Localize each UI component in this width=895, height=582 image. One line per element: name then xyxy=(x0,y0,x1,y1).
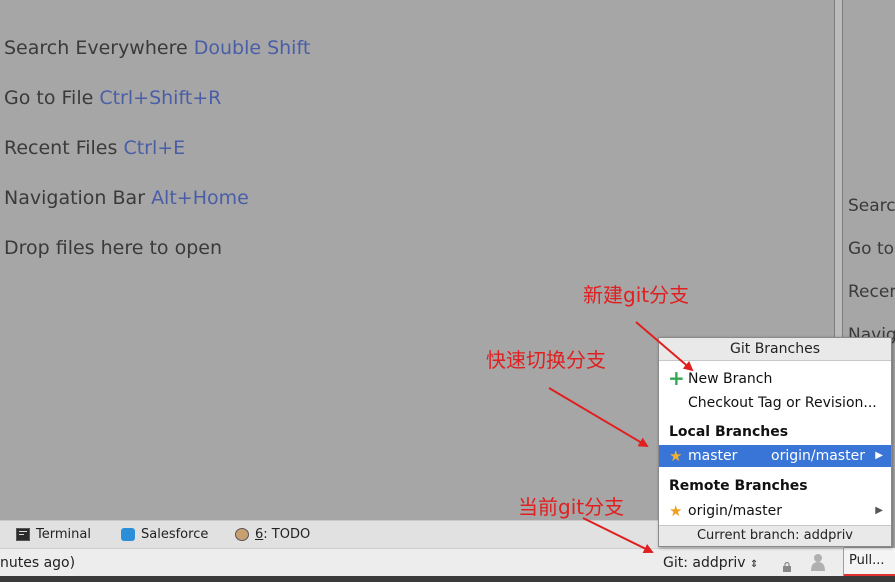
branch-name: origin/master xyxy=(688,503,782,519)
popup-title: Git Branches xyxy=(659,338,891,361)
status-message: nutes ago) xyxy=(0,555,76,571)
git-branch-label: Git: addpriv xyxy=(663,555,746,571)
local-branches-header: Local Branches xyxy=(659,421,891,443)
lock-icon[interactable] xyxy=(782,557,792,572)
pull-label: Pull... xyxy=(849,553,885,568)
todo-person-icon xyxy=(235,528,249,541)
menu-item-label: Checkout Tag or Revision... xyxy=(688,395,877,411)
hint-label: Recent Files xyxy=(4,137,118,159)
annotation-switch-branch: 快速切换分支 xyxy=(486,348,606,372)
tool-window-salesforce[interactable]: Salesforce xyxy=(121,527,208,542)
git-branches-popup: Git Branches + New Branch Checkout Tag o… xyxy=(658,337,892,547)
hint-shortcut: Double Shift xyxy=(193,37,311,59)
star-icon: ★ xyxy=(669,502,683,520)
tool-window-label: Terminal xyxy=(36,527,91,542)
todo-label: : TODO xyxy=(263,527,311,542)
salesforce-cloud-icon xyxy=(121,528,135,541)
section-label: Local Branches xyxy=(669,424,789,440)
hint-label: Drop files here to open xyxy=(4,237,223,259)
hint-shortcut: Ctrl+E xyxy=(123,137,186,159)
annotation-new-branch: 新建git分支 xyxy=(583,283,690,307)
hint-drop-files: Drop files here to open xyxy=(4,237,222,259)
hint-label: Recen xyxy=(848,282,895,302)
remote-branch-origin-master[interactable]: ★ origin/master ▶ xyxy=(659,500,891,522)
submenu-arrow-icon: ▶ xyxy=(875,450,883,461)
local-branch-master[interactable]: ★ master origin/master ▶ xyxy=(659,445,891,467)
taskbar-strip xyxy=(0,576,895,582)
status-bar: nutes ago) Git: addpriv ⇕ xyxy=(0,548,844,576)
hint-shortcut: Alt+Home xyxy=(151,187,249,209)
tool-window-label: 6: TODO xyxy=(255,527,310,542)
tool-window-todo[interactable]: 6: TODO xyxy=(235,527,310,542)
hint-label: Go to File xyxy=(4,87,94,109)
hint-navigation-bar: Navigation Bar Alt+Home xyxy=(4,187,249,209)
plus-icon: + xyxy=(668,366,685,390)
section-label: Remote Branches xyxy=(669,478,808,494)
inspector-icon[interactable] xyxy=(810,553,826,571)
current-branch-footer: Current branch: addpriv xyxy=(659,525,891,546)
git-branch-widget[interactable]: Git: addpriv ⇕ xyxy=(663,555,758,571)
hint-search-everywhere: Search Everywhere Double Shift xyxy=(4,37,310,59)
hint-label: Go to xyxy=(848,239,895,259)
updown-arrows-icon: ⇕ xyxy=(750,559,759,570)
annotation-current-branch: 当前git分支 xyxy=(518,495,625,519)
tracking-branch: origin/master xyxy=(771,448,865,464)
branch-name: master xyxy=(688,448,738,464)
hint-label: Search xyxy=(848,196,895,216)
submenu-arrow-icon: ▶ xyxy=(875,505,883,516)
tool-window-terminal[interactable]: Terminal xyxy=(16,527,91,542)
hint-recent-files: Recent Files Ctrl+E xyxy=(4,137,185,159)
menu-item-label: New Branch xyxy=(688,371,773,387)
hint-go-to-file: Go to File Ctrl+Shift+R xyxy=(4,87,221,109)
star-icon: ★ xyxy=(669,447,683,465)
hint-label: Search Everywhere xyxy=(4,37,188,59)
tool-window-label: Salesforce xyxy=(141,527,209,542)
hint-shortcut: Ctrl+Shift+R xyxy=(99,87,222,109)
hint-label: Navigation Bar xyxy=(4,187,146,209)
checkout-tag-item[interactable]: Checkout Tag or Revision... xyxy=(659,392,891,414)
terminal-icon xyxy=(16,528,30,541)
remote-branches-header: Remote Branches xyxy=(659,475,891,497)
new-branch-item[interactable]: + New Branch xyxy=(659,368,891,390)
